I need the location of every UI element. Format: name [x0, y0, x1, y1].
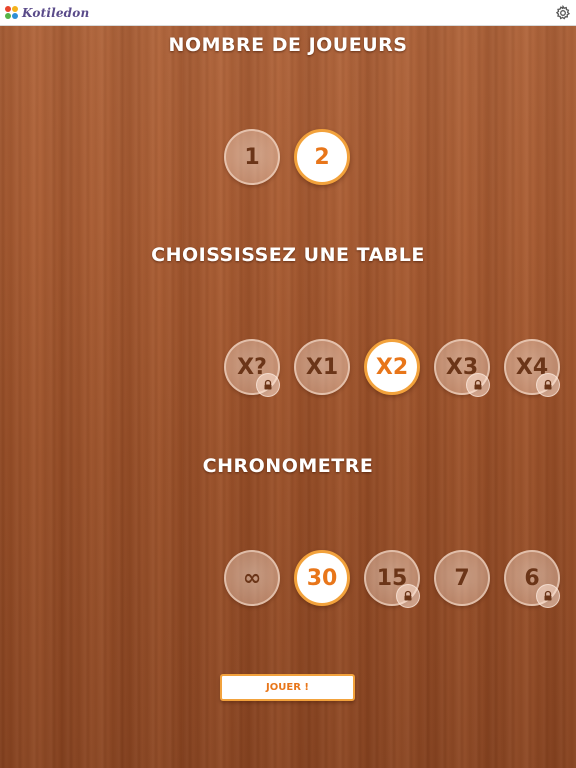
- player-option-2[interactable]: 2: [294, 129, 350, 185]
- timer-option-label: 6: [524, 565, 540, 591]
- lock-icon: [536, 584, 560, 608]
- timer-option-6[interactable]: 6: [504, 550, 560, 608]
- logo-text: Kotiledon: [22, 5, 90, 20]
- table-option-x2[interactable]: X2: [364, 339, 420, 395]
- top-bar: Kotiledon: [0, 0, 576, 26]
- timer-title: CHRONOMETRE: [202, 455, 374, 477]
- timer-option-7[interactable]: 7: [434, 550, 490, 606]
- table-option-label: X1: [305, 354, 339, 380]
- table-option-x4[interactable]: X4: [504, 339, 560, 397]
- logo-mark-icon: [5, 5, 19, 20]
- table-option-label: X2: [375, 354, 409, 380]
- table-option-x1[interactable]: X1: [294, 339, 350, 395]
- timer-option-15[interactable]: 15: [364, 550, 420, 608]
- timer-option-infinite[interactable]: ∞: [224, 550, 280, 606]
- table-title: CHOISSISSEZ UNE TABLE: [151, 244, 425, 266]
- lock-icon: [396, 584, 420, 608]
- play-button[interactable]: JOUER !: [220, 674, 355, 701]
- lock-icon: [536, 373, 560, 397]
- lock-icon: [466, 373, 490, 397]
- player-option-label: 2: [314, 144, 330, 170]
- timer-option-30[interactable]: 30: [294, 550, 350, 606]
- timer-option-label: ∞: [242, 565, 262, 591]
- players-title: NOMBRE DE JOUEURS: [168, 34, 408, 56]
- table-option-x3[interactable]: X3: [434, 339, 490, 397]
- player-option-label: 1: [244, 144, 260, 170]
- timer-option-label: 7: [454, 565, 470, 591]
- player-option-1[interactable]: 1: [224, 129, 280, 185]
- app-logo: Kotiledon: [5, 4, 89, 21]
- gear-icon[interactable]: [555, 4, 571, 21]
- table-option-x-unknown[interactable]: X?: [224, 339, 280, 397]
- timer-option-label: 30: [306, 565, 338, 591]
- lock-icon: [256, 373, 280, 397]
